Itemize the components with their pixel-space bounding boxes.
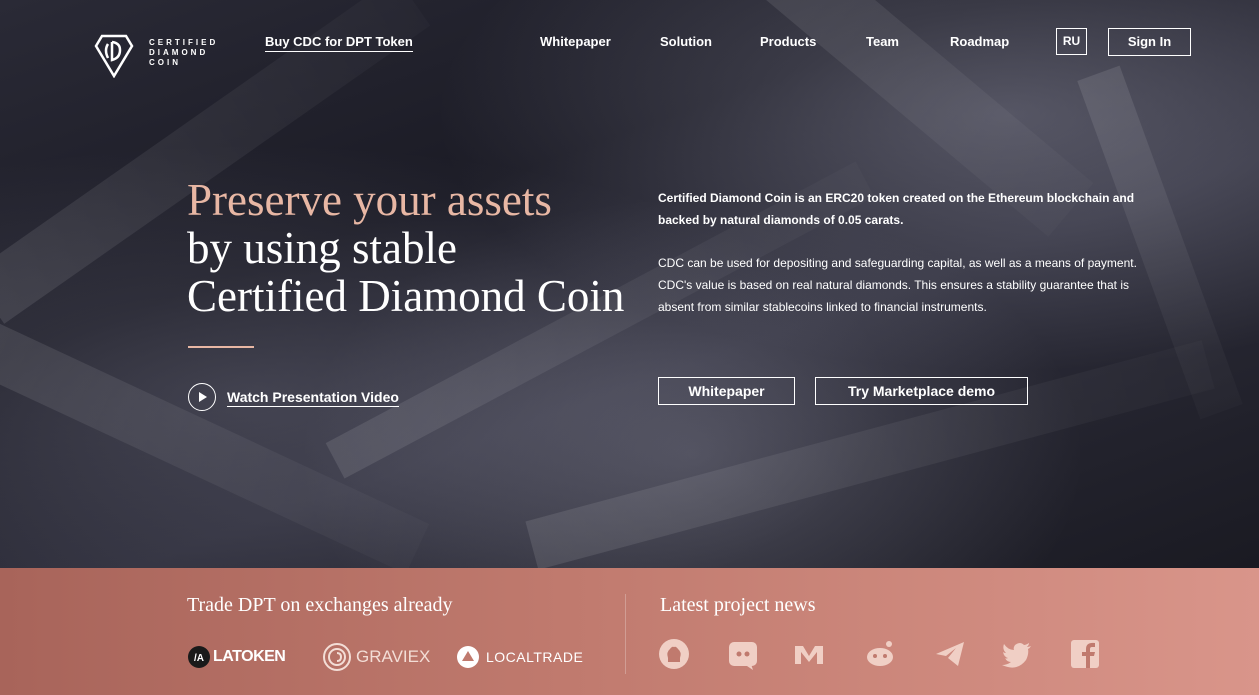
logo-text-line: CERTIFIED: [149, 38, 219, 47]
headline-text: Preserve your: [187, 175, 447, 225]
logo-text: CERTIFIED DIAMOND COIN: [149, 38, 218, 68]
graviex-icon: [323, 643, 351, 671]
headline-line2: by using stable: [187, 223, 457, 273]
github-icon[interactable]: [658, 638, 690, 670]
accent-divider: [188, 346, 254, 348]
top-nav: CERTIFIED DIAMOND COIN Buy CDC for DPT T…: [0, 0, 1259, 84]
reddit-icon[interactable]: [864, 638, 896, 670]
news-title: Latest project news: [660, 594, 816, 616]
whitepaper-button[interactable]: Whitepaper: [658, 377, 795, 405]
cdc-logo-icon[interactable]: [94, 32, 134, 78]
hero-headline: Preserve your assets by using stable Cer…: [187, 176, 624, 320]
exchange-localtrade[interactable]: LOCALTRADE: [456, 643, 583, 671]
headline-accent: assets: [446, 175, 552, 225]
hero-description-bold: Certified Diamond Coin is an ERC20 token…: [658, 191, 1135, 227]
facebook-icon[interactable]: [1069, 638, 1101, 670]
exchange-name: LOCALTRADE: [486, 649, 584, 665]
divider: [625, 594, 626, 674]
play-icon[interactable]: [188, 383, 216, 411]
twitter-icon[interactable]: [1001, 638, 1033, 670]
sign-in-button[interactable]: Sign In: [1108, 28, 1191, 56]
exchange-latoken[interactable]: /A LATOKEN: [187, 643, 286, 671]
nav-item-solution[interactable]: Solution: [660, 34, 712, 49]
logo-text-line: COIN: [149, 58, 181, 67]
medium-icon[interactable]: [793, 638, 825, 670]
hero-description: CDC can be used for depositing and safeg…: [658, 256, 1137, 314]
svg-text:/A: /A: [194, 653, 204, 664]
exchange-name: GRAVIEX: [356, 647, 431, 666]
marketplace-demo-button[interactable]: Try Marketplace demo: [815, 377, 1028, 405]
bottom-band: [0, 568, 1259, 695]
latoken-icon: /A: [188, 646, 210, 668]
nav-item-products[interactable]: Products: [760, 34, 816, 49]
exchanges-title: Trade DPT on exchanges already: [187, 594, 453, 616]
exchange-graviex[interactable]: GRAVIEX: [323, 643, 430, 671]
buy-token-link[interactable]: Buy CDC for DPT Token: [265, 34, 413, 52]
exchange-name: LATOKEN: [213, 648, 286, 665]
nav-item-team[interactable]: Team: [866, 34, 899, 49]
nav-item-whitepaper[interactable]: Whitepaper: [540, 34, 611, 49]
logo-text-line: DIAMOND: [149, 48, 209, 57]
telegram-icon[interactable]: [934, 638, 966, 670]
language-button[interactable]: RU: [1056, 28, 1087, 55]
localtrade-icon: [457, 646, 479, 668]
discord-icon[interactable]: [727, 638, 759, 670]
nav-item-roadmap[interactable]: Roadmap: [950, 34, 1009, 49]
headline-line3: Certified Diamond Coin: [187, 271, 625, 321]
headline-line1: Preserve your assets: [187, 175, 552, 225]
watch-video-label[interactable]: Watch Presentation Video: [227, 389, 399, 407]
